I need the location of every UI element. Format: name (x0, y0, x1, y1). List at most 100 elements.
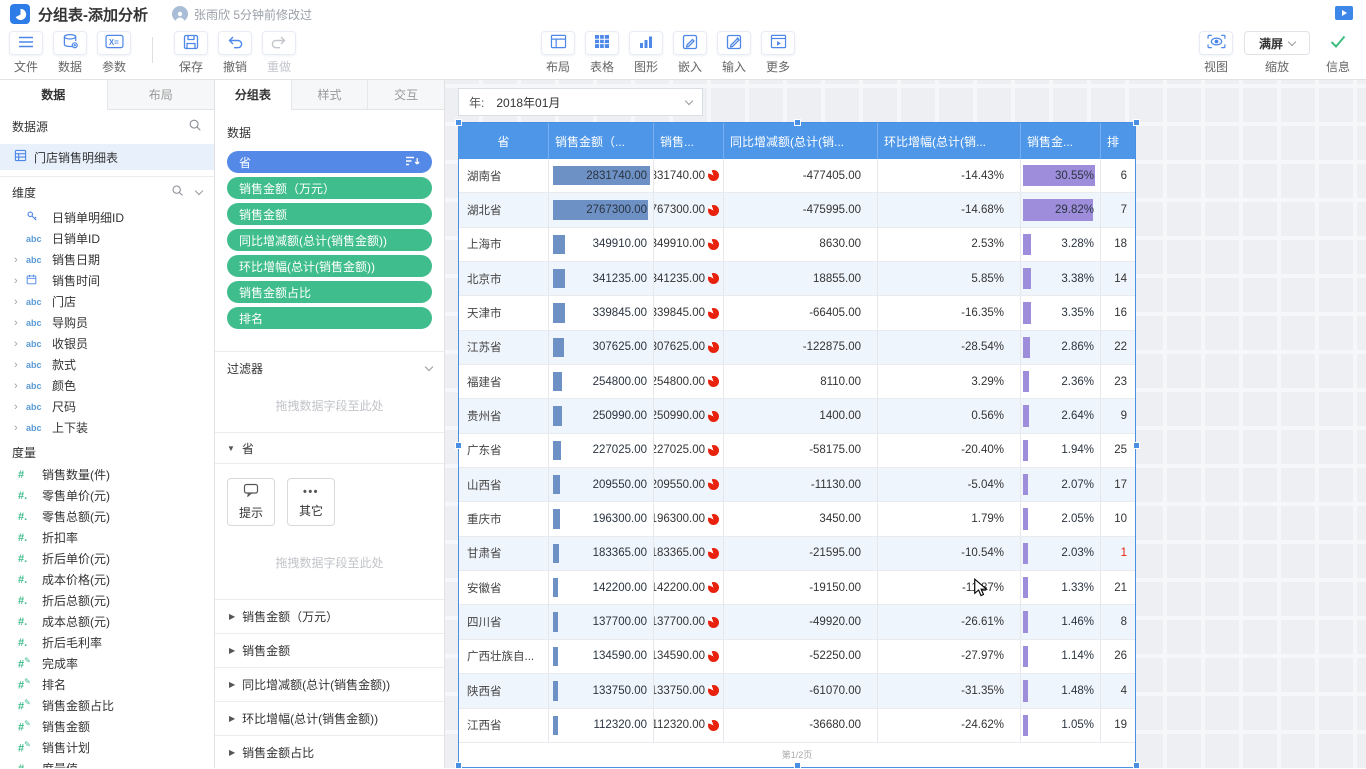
datasource-table-item[interactable]: 门店销售明细表 (0, 144, 214, 170)
expand-arrow-icon[interactable]: › (14, 275, 26, 287)
search-icon[interactable] (188, 118, 202, 135)
field-pill-dimension[interactable]: 省 (227, 151, 432, 173)
resize-handle[interactable] (455, 442, 462, 449)
measure-item[interactable]: #.折扣率 (0, 527, 214, 548)
table-row[interactable]: 福建省254800.00254800.008110.003.29%2.36%23 (459, 365, 1135, 399)
tooltip-button[interactable]: 提示 (227, 478, 275, 526)
table-row[interactable]: 安徽省142200.00142200.00-19150.00-11.87%1.3… (459, 571, 1135, 605)
table-row[interactable]: 广东省227025.00227025.00-58175.00-20.40%1.9… (459, 434, 1135, 468)
table-row[interactable]: 重庆市196300.00196300.003450.001.79%2.05%10 (459, 502, 1135, 536)
tab-interaction[interactable]: 交互 (367, 80, 444, 109)
other-button[interactable]: ••• 其它 (287, 478, 335, 526)
more-button[interactable]: 更多 (756, 31, 800, 75)
search-icon[interactable] (171, 184, 184, 200)
zoom-select[interactable]: 满屏 缩放 (1238, 31, 1316, 75)
chevron-down-icon[interactable] (425, 363, 433, 371)
dimension-item[interactable]: ›abc颜色 (0, 375, 214, 396)
measure-item[interactable]: #.零售总额(元) (0, 506, 214, 527)
table-row[interactable]: 北京市341235.00341235.0018855.005.85%3.38%1… (459, 262, 1135, 296)
dimension-item[interactable]: 日销单明细ID (0, 207, 214, 228)
table-row[interactable]: 江苏省307625.00307625.00-122875.00-28.54%2.… (459, 331, 1135, 365)
dimension-item[interactable]: abc日销单ID (0, 228, 214, 249)
measure-item[interactable]: #.折后单价(元) (0, 548, 214, 569)
dimension-item[interactable]: ›abc款式 (0, 354, 214, 375)
input-button[interactable]: 输入 (712, 31, 756, 75)
tab-data[interactable]: 数据 (0, 80, 107, 110)
measure-item[interactable]: #.度量值 (0, 758, 214, 768)
dimension-item[interactable]: ›abc上下装 (0, 417, 214, 438)
table-header-cell[interactable]: 排 (1101, 123, 1135, 159)
dimension-item[interactable]: ›abc门店 (0, 291, 214, 312)
expand-arrow-icon[interactable]: › (14, 380, 26, 392)
measure-item[interactable]: #✎销售金额 (0, 716, 214, 737)
resize-handle[interactable] (1133, 442, 1140, 449)
table-header-cell[interactable]: 省 (459, 123, 549, 159)
table-row[interactable]: 上海市349910.00349910.008630.002.53%3.28%18 (459, 228, 1135, 262)
collapsed-field-section[interactable]: ▶环比增幅(总计(销售金额)) (215, 702, 444, 736)
measure-item[interactable]: #✎销售金额占比 (0, 695, 214, 716)
collapsed-field-section[interactable]: ▶同比增减额(总计(销售金额)) (215, 668, 444, 702)
measure-item[interactable]: #.折后总额(元) (0, 590, 214, 611)
dimension-item[interactable]: ›abc导购员 (0, 312, 214, 333)
field-pill-measure[interactable]: 销售金额 (227, 203, 432, 225)
collapsed-field-section[interactable]: ▶销售金额占比 (215, 736, 444, 768)
resize-handle[interactable] (455, 119, 462, 126)
parameter-button[interactable]: X= 参数 (92, 31, 136, 75)
file-button[interactable]: 文件 (4, 31, 48, 75)
table-row[interactable]: 湖北省2767300.002767300.00-475995.00-14.68%… (459, 193, 1135, 227)
dimension-item[interactable]: ›abc销售日期 (0, 249, 214, 270)
present-icon[interactable] (1334, 5, 1354, 24)
chevron-down-icon[interactable] (195, 186, 203, 194)
measure-item[interactable]: #.成本总额(元) (0, 611, 214, 632)
table-row[interactable]: 甘肃省183365.00183365.00-21595.00-10.54%2.0… (459, 537, 1135, 571)
table-row[interactable]: 四川省137700.00137700.00-49920.00-26.61%1.4… (459, 605, 1135, 639)
undo-button[interactable]: 撤销 (213, 31, 257, 75)
resize-handle[interactable] (1133, 119, 1140, 126)
table-header-cell[interactable]: 销售金额（... (549, 123, 654, 159)
save-button[interactable]: 保存 (169, 31, 213, 75)
year-filter-widget[interactable]: 年: 2018年01月 (458, 88, 703, 116)
dimension-item[interactable]: ›abc收银员 (0, 333, 214, 354)
dimension-item[interactable]: ›abc尺码 (0, 396, 214, 417)
measure-item[interactable]: #✎排名 (0, 674, 214, 695)
dimension-item[interactable]: ›销售时间 (0, 270, 214, 291)
expand-arrow-icon[interactable]: › (14, 338, 26, 350)
expand-arrow-icon[interactable]: › (14, 422, 26, 434)
table-button[interactable]: 表格 (580, 31, 624, 75)
table-row[interactable]: 广西壮族自...134590.00134590.00-52250.00-27.9… (459, 640, 1135, 674)
grouped-table-widget[interactable]: 省销售金额（...销售...同比增减额(总计(销...环比增幅(总计(销...销… (458, 122, 1136, 768)
embed-button[interactable]: 嵌入 (668, 31, 712, 75)
measure-item[interactable]: #✎完成率 (0, 653, 214, 674)
table-row[interactable]: 山西省209550.00209550.00-11130.00-5.04%2.07… (459, 468, 1135, 502)
layout-button[interactable]: 布局 (536, 31, 580, 75)
table-header-cell[interactable]: 同比增减额(总计(销... (724, 123, 878, 159)
table-header-cell[interactable]: 销售金... (1021, 123, 1101, 159)
expand-arrow-icon[interactable]: › (14, 317, 26, 329)
measure-item[interactable]: #.折后毛利率 (0, 632, 214, 653)
data-button[interactable]: 数据 (48, 31, 92, 75)
redo-button[interactable]: 重做 (257, 31, 301, 75)
table-row[interactable]: 江西省112320.00112320.00-36680.00-24.62%1.0… (459, 709, 1135, 743)
table-row[interactable]: 陕西省133750.00133750.00-61070.00-31.35%1.4… (459, 674, 1135, 708)
expand-arrow-icon[interactable]: › (14, 401, 26, 413)
chart-button[interactable]: 图形 (624, 31, 668, 75)
collapsed-field-section[interactable]: ▶销售金额（万元） (215, 600, 444, 634)
tab-layout[interactable]: 布局 (107, 80, 215, 109)
expand-arrow-icon[interactable]: › (14, 296, 26, 308)
field-pill-measure[interactable]: 排名 (227, 307, 432, 329)
expand-arrow-icon[interactable]: › (14, 359, 26, 371)
measure-item[interactable]: #✎销售计划 (0, 737, 214, 758)
dashboard-canvas[interactable]: 年: 2018年01月 省销售金额（...销售...同比增减额(总计(销...环… (445, 80, 1366, 768)
field-pill-measure[interactable]: 销售金额（万元） (227, 177, 432, 199)
measure-item[interactable]: #销售数量(件) (0, 464, 214, 485)
expand-arrow-icon[interactable]: › (14, 254, 26, 266)
measure-item[interactable]: #.成本价格(元) (0, 569, 214, 590)
field-pill-measure[interactable]: 销售金额占比 (227, 281, 432, 303)
table-header-cell[interactable]: 销售... (654, 123, 724, 159)
measure-item[interactable]: #.零售单价(元) (0, 485, 214, 506)
table-row[interactable]: 天津市339845.00339845.00-66405.00-16.35%3.3… (459, 296, 1135, 330)
view-button[interactable]: 视图 (1194, 31, 1238, 75)
table-header-cell[interactable]: 环比增幅(总计(销... (878, 123, 1021, 159)
table-row[interactable]: 贵州省250990.00250990.001400.000.56%2.64%9 (459, 399, 1135, 433)
tab-grouped-table[interactable]: 分组表 (215, 80, 291, 110)
